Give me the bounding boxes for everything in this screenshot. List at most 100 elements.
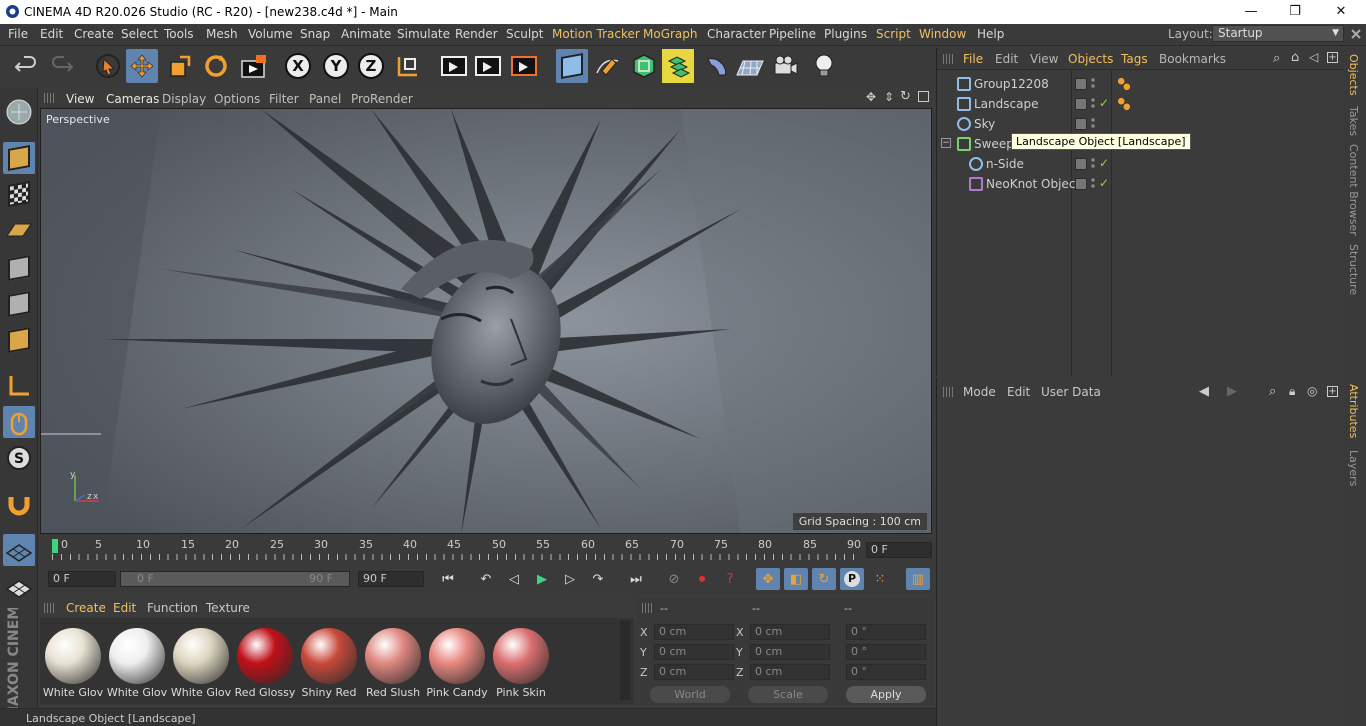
menu-file[interactable]: File — [8, 27, 28, 41]
key-position-button[interactable]: ✥ — [756, 568, 780, 590]
tweak-mode-button[interactable] — [3, 406, 35, 438]
workplane-mode-button[interactable] — [3, 214, 35, 246]
go-to-start-button[interactable]: ⏮ — [436, 568, 460, 590]
object-row[interactable]: n-Side ✓ — [937, 154, 1345, 174]
new-panel-icon[interactable]: + — [1327, 52, 1338, 63]
redo-button[interactable] — [46, 49, 78, 83]
undo-button[interactable] — [10, 49, 42, 83]
search-icon[interactable]: ⌕ — [1269, 384, 1276, 399]
edges-mode-button[interactable] — [3, 288, 35, 320]
key-pla-button[interactable]: ⁙ — [868, 568, 892, 590]
object-name[interactable]: Group12208 — [974, 77, 1049, 91]
scheme-button[interactable]: ▥ — [906, 568, 930, 590]
next-key-button[interactable]: ↷ — [586, 568, 610, 590]
layout-dropdown[interactable]: Startup ▼ — [1212, 25, 1344, 42]
side-tab-content-browser[interactable]: Content Browser — [1347, 144, 1360, 236]
end-frame-field[interactable]: 90 F — [358, 571, 424, 587]
menu-sculpt[interactable]: Sculpt — [506, 27, 543, 41]
side-tab-objects[interactable]: Objects — [1347, 54, 1360, 96]
app-close-icon[interactable] — [1350, 28, 1362, 40]
array-cloner-button[interactable] — [662, 49, 694, 83]
object-name[interactable]: Sweep — [974, 137, 1014, 151]
axis-mode-button[interactable] — [3, 370, 35, 402]
floor-button[interactable] — [734, 49, 766, 83]
render-settings-button[interactable] — [508, 49, 540, 83]
rotate-view-icon[interactable]: ↻ — [900, 89, 911, 104]
object-menu-tags[interactable]: Tags — [1121, 52, 1148, 66]
restore-button[interactable]: ❐ — [1272, 2, 1318, 22]
menu-render[interactable]: Render — [455, 27, 498, 41]
3d-viewport[interactable]: Perspective y z x Grid Spacing : 100 cm — [40, 108, 932, 534]
make-editable-button[interactable] — [3, 96, 35, 128]
subdivision-button[interactable] — [628, 49, 660, 83]
material-menu-edit[interactable]: Edit — [113, 601, 136, 615]
object-name[interactable]: n-Side — [986, 157, 1024, 171]
z-axis-button[interactable]: Z — [355, 49, 387, 83]
forward-arrow-icon[interactable]: ▶ — [1227, 384, 1237, 399]
target-icon[interactable]: ◎ — [1307, 384, 1317, 398]
timeline-ruler[interactable]: 0 5 10 15 20 25 30 35 40 45 50 55 60 65 … — [40, 534, 932, 564]
camera-button[interactable] — [770, 49, 802, 83]
material-swatch[interactable]: White Glov — [42, 628, 104, 704]
side-tab-takes[interactable]: Takes — [1347, 106, 1360, 136]
object-name[interactable]: Sky — [974, 117, 995, 131]
material-menu-texture[interactable]: Texture — [206, 601, 250, 615]
material-swatch[interactable]: Red Slush — [362, 628, 424, 704]
attribute-menu-user-data[interactable]: User Data — [1041, 385, 1101, 399]
search-icon[interactable]: ⌕ — [1273, 51, 1280, 66]
menu-volume[interactable]: Volume — [248, 27, 293, 41]
light-button[interactable] — [808, 49, 840, 83]
next-frame-button[interactable]: ▷ — [558, 568, 582, 590]
coord-value-field[interactable]: 0 cm — [654, 624, 734, 640]
viewport-menu-filter[interactable]: Filter — [269, 92, 299, 106]
menu-character[interactable]: Character — [707, 27, 766, 41]
enabled-checkmark[interactable]: ✓ — [1099, 96, 1109, 110]
menu-edit[interactable]: Edit — [40, 27, 63, 41]
side-tab-layers[interactable]: Layers — [1347, 450, 1360, 486]
points-mode-button[interactable] — [3, 252, 35, 284]
scale-tool-button[interactable] — [164, 49, 196, 83]
material-scrollbar[interactable] — [620, 620, 630, 700]
visibility-dots[interactable] — [1091, 77, 1095, 89]
side-tab-structure[interactable]: Structure — [1347, 244, 1360, 295]
new-panel-icon[interactable]: + — [1327, 386, 1338, 397]
object-row[interactable]: NeoKnot Object ✓ — [937, 174, 1345, 194]
coord-value-field[interactable]: 0 cm — [654, 644, 734, 660]
preview-range-slider[interactable]: 0 F 90 F — [120, 571, 350, 587]
zoom-view-icon[interactable]: ⇕ — [884, 90, 894, 104]
object-menu-file[interactable]: File — [963, 52, 983, 66]
coord-value-field[interactable]: 0 cm — [750, 664, 830, 680]
polygons-mode-button[interactable] — [3, 324, 35, 356]
go-to-end-button[interactable]: ⏭ — [624, 568, 648, 590]
material-tag-icon[interactable] — [1117, 77, 1131, 91]
drag-grip-icon[interactable] — [943, 387, 953, 397]
maximize-view-icon[interactable] — [918, 91, 929, 102]
keyframe-selection-button[interactable]: ? — [718, 568, 742, 590]
layer-toggle[interactable] — [1075, 158, 1087, 170]
object-row[interactable]: Sky — [937, 114, 1345, 134]
model-mode-button[interactable] — [3, 142, 35, 174]
x-axis-button[interactable]: X — [282, 49, 314, 83]
planar-workplane-button[interactable] — [3, 570, 35, 602]
previous-frame-button[interactable]: ◁ — [502, 568, 526, 590]
object-row[interactable]: Landscape ✓ — [937, 94, 1345, 114]
solo-button[interactable]: S — [3, 442, 35, 474]
menu-select[interactable]: Select — [121, 27, 158, 41]
visibility-dots[interactable] — [1091, 117, 1095, 129]
enabled-checkmark[interactable]: ✓ — [1099, 156, 1109, 170]
material-swatch[interactable]: Shiny Red — [298, 628, 360, 704]
object-row[interactable]: Group12208 — [937, 74, 1345, 94]
coord-value-field[interactable]: 0 ° — [846, 664, 926, 680]
object-menu-bookmarks[interactable]: Bookmarks — [1159, 52, 1226, 66]
material-swatch[interactable]: White Glov — [106, 628, 168, 704]
move-tool-button[interactable] — [126, 49, 158, 83]
menu-pipeline[interactable]: Pipeline — [769, 27, 816, 41]
material-menu-function[interactable]: Function — [147, 601, 198, 615]
material-menu-create[interactable]: Create — [66, 601, 106, 615]
material-tag-icon[interactable] — [1117, 97, 1131, 111]
layer-toggle[interactable] — [1075, 118, 1087, 130]
minimize-button[interactable]: — — [1228, 2, 1274, 22]
object-name[interactable]: NeoKnot Object — [986, 177, 1080, 191]
viewport-menu-options[interactable]: Options — [214, 92, 260, 106]
menu-tools[interactable]: Tools — [164, 27, 194, 41]
